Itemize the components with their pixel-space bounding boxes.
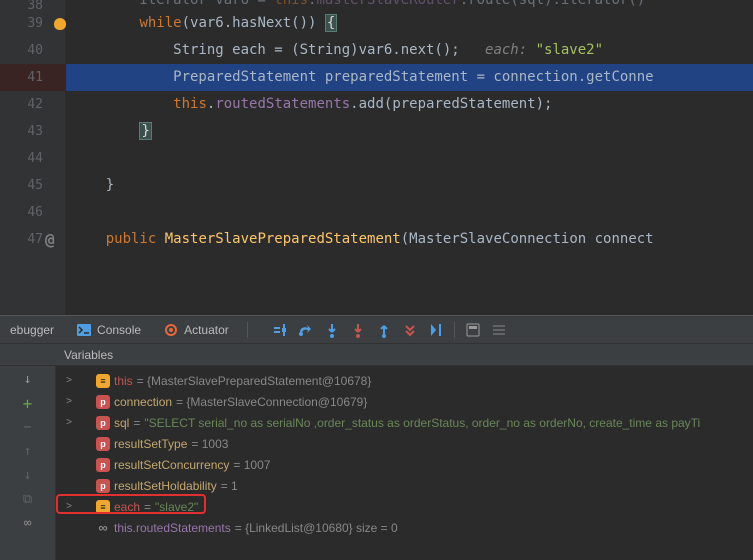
drop-frame-icon[interactable] (402, 322, 418, 338)
variable-type-icon: ≡ (96, 500, 110, 514)
gutter-line[interactable]: 47@ (0, 226, 65, 253)
expand-chevron-icon[interactable]: > (64, 375, 74, 386)
code-line[interactable]: } (66, 118, 753, 145)
code-line[interactable]: Iterator var6 = this.masterSlaveRouter.r… (66, 0, 753, 10)
variable-value: = (144, 500, 151, 514)
show-execution-icon[interactable] (272, 322, 288, 338)
intention-bulb-icon[interactable] (54, 18, 66, 30)
tab-actuator-label: Actuator (184, 323, 229, 337)
code-line[interactable]: } (66, 172, 753, 199)
variable-value: = 1003 (191, 437, 228, 451)
variable-value: = 1 (221, 479, 238, 493)
divider (247, 322, 248, 338)
gutter-line[interactable]: 42 (0, 91, 65, 118)
tab-console[interactable]: Console (72, 320, 145, 340)
variable-row[interactable]: > psql = "SELECT serial_no as serialNo ,o… (60, 412, 749, 433)
expand-chevron-icon[interactable]: > (64, 501, 74, 512)
variable-type-icon: ≡ (96, 374, 110, 388)
variable-type-icon: p (96, 395, 110, 409)
variable-type-icon: ∞ (96, 521, 110, 535)
tab-console-label: Console (97, 323, 141, 337)
frames-column[interactable]: ↓ + − ↑ ↓ ⧉ ∞ (0, 366, 56, 560)
code-line[interactable]: while(var6.hasNext()) { (66, 10, 753, 37)
debug-panel: ebugger Console Actuator Variables ↓ + (0, 315, 753, 560)
frames-up-icon[interactable]: ↑ (18, 442, 38, 462)
variable-type-icon: p (96, 437, 110, 451)
variable-string-value: "SELECT serial_no as serialNo ,order_sta… (144, 416, 700, 430)
variable-row[interactable]: p resultSetHoldability = 1 (60, 475, 749, 496)
force-step-into-icon[interactable] (350, 322, 366, 338)
step-into-icon[interactable] (324, 322, 340, 338)
variables-header: Variables (0, 344, 753, 366)
debug-step-toolbar (272, 322, 507, 338)
gutter-line[interactable]: 39 (0, 10, 65, 37)
variable-name: this.routedStatements (114, 521, 231, 535)
variable-row[interactable]: p resultSetConcurrency = 1007 (60, 454, 749, 475)
remove-watch-icon[interactable]: − (18, 418, 38, 438)
variable-type-icon: p (96, 416, 110, 430)
variable-name: sql (114, 416, 129, 430)
variable-name: this (114, 374, 133, 388)
variable-row[interactable]: p resultSetType = 1003 (60, 433, 749, 454)
copy-icon[interactable]: ⧉ (18, 490, 38, 510)
code-line[interactable]: PreparedStatement preparedStatement = co… (66, 64, 753, 91)
link-icon[interactable]: ∞ (18, 514, 38, 534)
variable-type-icon: p (96, 458, 110, 472)
debug-body: ↓ + − ↑ ↓ ⧉ ∞ > ≡ this = {MasterSlavePrepa… (0, 366, 753, 560)
trace-icon[interactable] (491, 322, 507, 338)
console-icon (76, 322, 92, 338)
variable-name: resultSetType (114, 437, 187, 451)
code-line[interactable]: public MasterSlavePreparedStatement(Mast… (66, 226, 753, 253)
variable-value: = 1007 (233, 458, 270, 472)
code-line[interactable] (66, 145, 753, 172)
code-line[interactable]: this.routedStatements.add(preparedStatem… (66, 91, 753, 118)
variable-string-value: "slave2" (155, 500, 198, 514)
variables-tree[interactable]: > ≡ this = {MasterSlavePreparedStatement@1… (56, 366, 753, 560)
gutter-line[interactable]: 44 (0, 145, 65, 172)
variable-value: = {MasterSlaveConnection@10679} (176, 395, 367, 409)
editor-gutter[interactable]: 38394041424344454647@ (0, 0, 66, 315)
tab-actuator[interactable]: Actuator (159, 320, 233, 340)
step-out-icon[interactable] (376, 322, 392, 338)
variable-value: = (133, 416, 140, 430)
gutter-line[interactable]: 41 (0, 64, 65, 91)
variable-name: resultSetConcurrency (114, 458, 229, 472)
frames-down2-icon[interactable]: ↓ (18, 466, 38, 486)
gutter-line[interactable]: 40 (0, 37, 65, 64)
variable-name: resultSetHoldability (114, 479, 217, 493)
variable-type-icon: p (96, 479, 110, 493)
gutter-line[interactable]: 46 (0, 199, 65, 226)
tab-debugger[interactable]: ebugger (6, 321, 58, 339)
variable-name: connection (114, 395, 172, 409)
variable-row[interactable]: > p connection = {MasterSlaveConnection@10… (60, 391, 749, 412)
variable-value: = {MasterSlavePreparedStatement@10678} (137, 374, 372, 388)
variable-row[interactable]: > ≡ each = "slave2" (60, 496, 749, 517)
code-editor[interactable]: 38394041424344454647@ Iterator var6 = th… (0, 0, 753, 315)
run-to-cursor-icon[interactable] (428, 322, 444, 338)
code-area[interactable]: Iterator var6 = this.masterSlaveRouter.r… (66, 0, 753, 315)
variable-row[interactable]: ∞ this.routedStatements = {LinkedList@106… (60, 517, 749, 538)
variable-value: = {LinkedList@10680} size = 0 (235, 521, 398, 535)
code-line[interactable]: String each = (String)var6.next(); each:… (66, 37, 753, 64)
divider (454, 322, 455, 338)
gutter-line[interactable]: 38 (0, 0, 65, 10)
frames-down-icon[interactable]: ↓ (18, 370, 38, 390)
override-gutter-icon[interactable]: @ (45, 230, 55, 249)
code-line[interactable] (66, 199, 753, 226)
gutter-line[interactable]: 45 (0, 172, 65, 199)
variable-row[interactable]: > ≡ this = {MasterSlavePreparedStatement@1… (60, 370, 749, 391)
expand-chevron-icon[interactable]: > (64, 396, 74, 407)
gutter-line[interactable]: 43 (0, 118, 65, 145)
evaluate-icon[interactable] (465, 322, 481, 338)
step-over-icon[interactable] (298, 322, 314, 338)
new-watch-icon[interactable]: + (18, 394, 38, 414)
variable-name: each (114, 500, 140, 514)
debug-toolwindow-tabs: ebugger Console Actuator (0, 316, 753, 344)
expand-chevron-icon[interactable]: > (64, 417, 74, 428)
actuator-icon (163, 322, 179, 338)
